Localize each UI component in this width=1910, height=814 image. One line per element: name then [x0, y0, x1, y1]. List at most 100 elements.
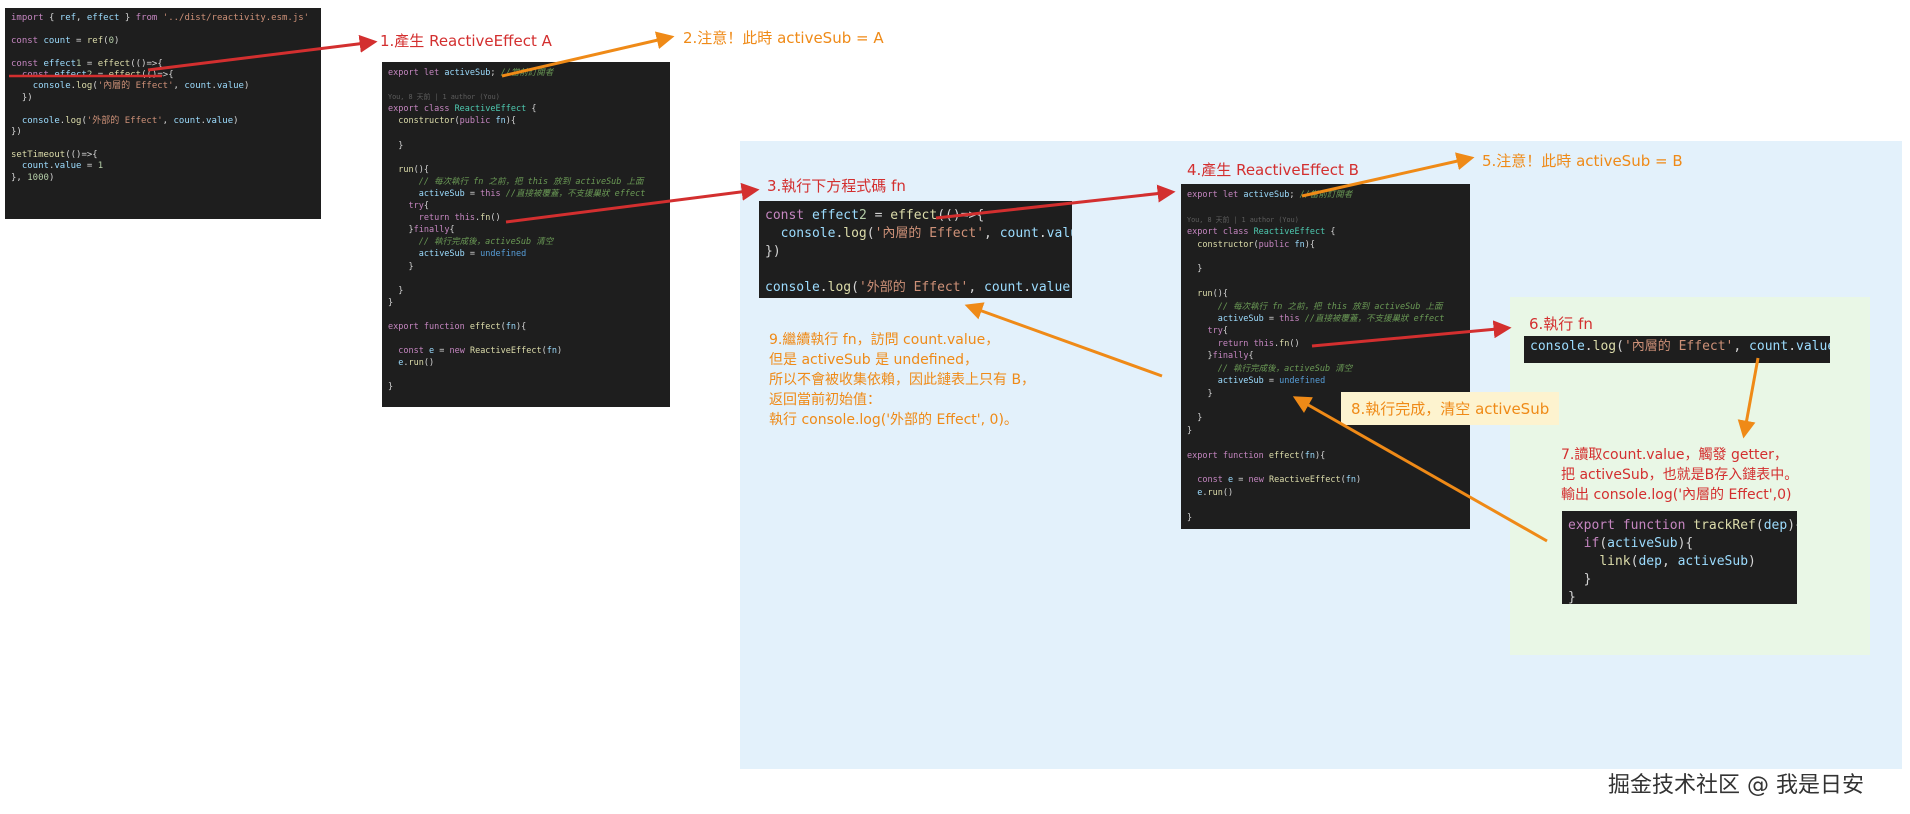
step7-line-3: 輸出 console.log('內層的 Effect',0)	[1561, 487, 1792, 503]
code-line: You, 8 天前 | 1 author (You)	[388, 93, 500, 102]
code-line: const effect2 = effect(()=>{	[21, 70, 174, 81]
code-line: e.run()	[1197, 487, 1234, 498]
code-line: e.run()	[398, 358, 435, 369]
code-line: }	[1583, 572, 1592, 587]
step5-label: 5.注意！此時 activeSub = B	[1482, 152, 1683, 170]
code-line: import { ref, effect } from '../dist/rea…	[11, 13, 310, 23]
code-line: // 執行完成後，activeSub 清空	[418, 237, 554, 248]
code-line: run(){	[398, 164, 429, 175]
code-line: activeSub = this //直接被覆蓋，不支援巢狀 effect	[1217, 314, 1445, 325]
code-line: }	[388, 382, 394, 393]
code-line: }	[388, 297, 394, 308]
code-line: console.log('內層的 Effect', count.value)	[780, 226, 1072, 241]
code-line: try{	[1207, 326, 1228, 337]
step3-label: 3.執行下方程式碼 fn	[767, 177, 906, 195]
watermark: 掘金技术社区 @ 我是日安	[1608, 773, 1864, 798]
step7-text: 7.讀取count.value，觸發 getter， 把 activeSub，也…	[1561, 445, 1798, 505]
code-line: export function effect(fn){	[1187, 450, 1326, 461]
code-line: setTimeout(()=>{	[11, 149, 98, 160]
step7-line-1: 7.讀取count.value，觸發 getter，	[1561, 447, 1788, 463]
code-line: You, 8 天前 | 1 author (You)	[1187, 215, 1299, 224]
code-main: import { ref, effect } from '../dist/rea…	[5, 8, 321, 219]
code-line: export let activeSub; //當前訂閱者	[1187, 190, 1353, 200]
code-line: const e = new ReactiveEffect(fn)	[398, 346, 563, 357]
code-line: count.value = 1	[21, 161, 104, 172]
code-line: })	[11, 127, 22, 138]
code-line: // 每次執行 fn 之前，把 this 放到 activeSub 上面	[1217, 301, 1443, 312]
code-line: const count = ref(0)	[11, 35, 120, 46]
code-line: const e = new ReactiveEffect(fn)	[1197, 475, 1362, 486]
code-line: activeSub = undefined	[418, 249, 527, 260]
code-line: }	[1568, 590, 1576, 604]
step2-label: 2.注意！此時 activeSub = A	[683, 29, 884, 47]
code-line: }	[398, 140, 404, 151]
code-line: activeSub = undefined	[1217, 376, 1326, 387]
step8-note: 8.執行完成，清空 activeSub	[1341, 392, 1560, 425]
code-line: })	[21, 92, 33, 103]
code-line: }	[408, 261, 414, 272]
code-line: activeSub = this //直接被覆蓋，不支援巢狀 effect	[418, 188, 646, 199]
code-line: export class ReactiveEffect {	[388, 104, 537, 115]
code-line: }	[1197, 264, 1203, 275]
code-line: export function effect(fn){	[388, 321, 527, 332]
code-snippet-fn: const effect2 = effect(()=>{ console.log…	[759, 201, 1072, 298]
code-line: }	[1187, 512, 1193, 523]
code-line: const effect1 = effect(()=>{	[11, 58, 163, 69]
step4-label: 4.產生 ReactiveEffect B	[1187, 161, 1359, 179]
code-inner-log: console.log('內層的 Effect', count.value)	[1524, 336, 1830, 363]
step9-line-2: 但是 activeSub 是 undefined，	[769, 352, 978, 368]
code-line: return this.fn()	[418, 213, 501, 224]
step9-line-5: 執行 console.log('外部的 Effect', 0)。	[769, 412, 1018, 428]
code-line: }, 1000)	[11, 172, 55, 183]
code-line: export function trackRef(dep){	[1568, 518, 1797, 533]
step1-label: 1.產生 ReactiveEffect A	[380, 32, 552, 50]
code-line: run(){	[1197, 289, 1228, 300]
code-line: }	[1187, 425, 1193, 436]
code-line: }finally{	[1207, 351, 1254, 362]
code-line: console.log('內層的 Effect', count.value)	[1530, 339, 1830, 354]
code-line: // 執行完成後，activeSub 清空	[1217, 363, 1353, 374]
step9-text: 9.繼續執行 fn，訪問 count.value， 但是 activeSub 是…	[769, 330, 1035, 430]
code-line: constructor(public fn){	[398, 116, 517, 127]
code-line: }	[398, 285, 404, 296]
code-line: const effect2 = effect(()=>{	[765, 208, 985, 223]
step9-line-4: 返回當前初始值：	[769, 392, 881, 408]
code-line: export class ReactiveEffect {	[1187, 227, 1336, 238]
code-effect-a: export let activeSub; //當前訂閱者 You, 8 天前 …	[382, 62, 670, 407]
code-line: try{	[408, 201, 429, 212]
step9-line-3: 所以不會被收集依賴，因此鏈表上只有 B，	[769, 372, 1036, 388]
code-line: console.log('外部的 Effect', count.value)	[765, 280, 1072, 295]
code-line: console.log('內層的 Effect', count.value)	[32, 81, 250, 92]
code-trackref: export function trackRef(dep){ if(active…	[1562, 511, 1797, 604]
code-effect-b: export let activeSub; //當前訂閱者 You, 8 天前 …	[1181, 184, 1470, 529]
code-line: export let activeSub; //當前訂閱者	[388, 68, 554, 78]
step6-label: 6.執行 fn	[1529, 315, 1593, 333]
code-line: }finally{	[408, 225, 455, 236]
code-line: // 每次執行 fn 之前，把 this 放到 activeSub 上面	[418, 176, 644, 187]
step7-line-2: 把 activeSub，也就是B存入鏈表中。	[1561, 467, 1799, 483]
code-line: constructor(public fn){	[1197, 239, 1316, 250]
code-line: })	[765, 244, 781, 259]
code-line: link(dep, activeSub)	[1599, 554, 1756, 569]
code-line: return this.fn()	[1217, 338, 1300, 349]
step9-line-1: 9.繼續執行 fn，訪問 count.value，	[769, 332, 1000, 348]
code-line: if(activeSub){	[1583, 536, 1694, 551]
